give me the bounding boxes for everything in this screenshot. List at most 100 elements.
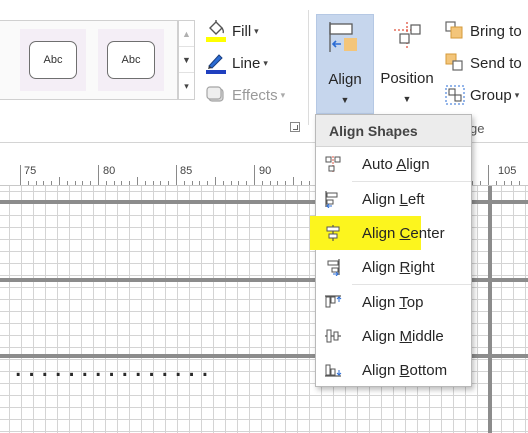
menu-item-align-bottom[interactable]: Align Bottom bbox=[316, 353, 471, 387]
align-shapes-menu: Align Shapes Auto Align Align Left Align… bbox=[310, 114, 472, 387]
align-middle-icon bbox=[324, 327, 342, 345]
shape-style-preview[interactable]: Abc bbox=[98, 29, 164, 91]
ruler-tick bbox=[160, 181, 161, 185]
ruler-tick bbox=[488, 165, 489, 185]
ruler-tick bbox=[176, 165, 177, 185]
ruler-tick bbox=[504, 181, 505, 185]
ruler-tick bbox=[309, 181, 310, 185]
menu-item-align-right[interactable]: Align Right bbox=[316, 250, 471, 284]
menu-item-label: Align Middle bbox=[362, 327, 444, 345]
ruler-tick bbox=[301, 181, 302, 185]
ruler-tick bbox=[519, 181, 520, 185]
ruler-tick bbox=[480, 181, 481, 185]
position-icon bbox=[391, 20, 423, 52]
chevron-down-icon: ▾ bbox=[254, 25, 259, 36]
menu-item-label: Auto Align bbox=[362, 155, 430, 173]
bring-to-front-icon bbox=[444, 20, 466, 42]
ruler-tick bbox=[121, 181, 122, 185]
pen-line-icon bbox=[204, 51, 228, 75]
menu-item-label: Align Right bbox=[362, 258, 435, 276]
ruler-tick bbox=[168, 181, 169, 185]
menu-item-align-middle[interactable]: Align Middle bbox=[316, 319, 471, 353]
group-button[interactable]: Group ▾ bbox=[444, 83, 519, 107]
ruler-tick bbox=[59, 177, 60, 185]
fill-label: Fill bbox=[232, 22, 252, 40]
shape-style-preview-label: Abc bbox=[29, 41, 77, 79]
menu-item-label: Align Top bbox=[362, 293, 424, 311]
ruler-tick bbox=[184, 181, 185, 185]
line-button[interactable]: Line ▾ bbox=[204, 51, 268, 75]
send-to-back-icon bbox=[444, 52, 466, 74]
menu-item-label: Align Center bbox=[362, 224, 445, 242]
menu-item-align-center[interactable]: Align Center bbox=[310, 216, 445, 250]
group-label: Group bbox=[470, 86, 512, 104]
bring-to-front-button[interactable]: Bring to bbox=[444, 19, 522, 43]
ruler-tick bbox=[246, 181, 247, 185]
ruler-label: 85 bbox=[180, 165, 193, 177]
ruler-tick bbox=[153, 181, 154, 185]
chevron-down-icon: ▼ bbox=[340, 95, 350, 105]
line-label: Line bbox=[232, 54, 261, 72]
menu-item-align-top[interactable]: Align Top bbox=[316, 285, 471, 319]
ruler-tick bbox=[67, 181, 68, 185]
align-button[interactable]: Align ▼ bbox=[316, 14, 374, 114]
menu-item-align-left[interactable]: Align Left bbox=[316, 182, 471, 216]
ruler-tick bbox=[231, 181, 232, 185]
chevron-down-icon: ▼ bbox=[402, 94, 412, 104]
ruler-tick bbox=[511, 181, 512, 185]
shape-border-right[interactable] bbox=[488, 186, 492, 433]
gallery-scroll-up-button[interactable]: ▲ bbox=[179, 21, 194, 47]
clipped-shape-text: ............... bbox=[14, 366, 324, 380]
gallery-more-button[interactable]: ▾ bbox=[179, 73, 194, 99]
menu-item-auto-align[interactable]: Auto Align bbox=[316, 147, 471, 181]
ruler-label: 105 bbox=[498, 165, 517, 177]
bring-to-front-label: Bring to bbox=[470, 22, 522, 40]
paint-bucket-icon bbox=[204, 19, 228, 43]
ruler-tick bbox=[472, 181, 473, 185]
shape-text: ............... bbox=[14, 366, 214, 380]
ruler-tick bbox=[98, 165, 99, 185]
shape-style-preview[interactable]: Abc bbox=[20, 29, 86, 91]
ruler-tick bbox=[215, 177, 216, 185]
send-to-back-label: Send to bbox=[470, 54, 522, 72]
ruler-tick bbox=[145, 181, 146, 185]
ruler-tick bbox=[106, 181, 107, 185]
ruler-tick bbox=[270, 181, 271, 185]
ruler-tick bbox=[82, 181, 83, 185]
shape-style-preview-label: Abc bbox=[107, 41, 155, 79]
ruler-tick bbox=[36, 181, 37, 185]
ruler-tick bbox=[114, 181, 115, 185]
ruler-tick bbox=[223, 181, 224, 185]
group-divider bbox=[308, 10, 309, 125]
fill-button[interactable]: Fill ▾ bbox=[204, 19, 259, 43]
group-icon bbox=[444, 84, 466, 106]
gallery-scroll-down-button[interactable]: ▼ bbox=[179, 47, 194, 73]
auto-align-icon bbox=[324, 155, 342, 173]
ruler-label: 75 bbox=[24, 165, 37, 177]
ruler-label: 80 bbox=[103, 165, 116, 177]
position-label: Position bbox=[380, 70, 434, 87]
chevron-down-icon: ▾ bbox=[280, 89, 286, 100]
ruler-tick bbox=[293, 177, 294, 185]
chevron-down-icon: ▾ bbox=[514, 89, 520, 100]
arrange-group-label: ge bbox=[470, 121, 485, 136]
menu-item-label: Align Left bbox=[362, 190, 425, 208]
align-center-icon bbox=[324, 224, 342, 242]
align-right-icon bbox=[324, 258, 342, 277]
align-top-icon bbox=[324, 293, 342, 311]
ruler-tick bbox=[238, 181, 239, 185]
menu-item-label: Align Bottom bbox=[362, 361, 448, 379]
effects-icon bbox=[204, 83, 228, 107]
position-button[interactable]: Position ▼ bbox=[375, 14, 439, 114]
ruler-tick bbox=[199, 181, 200, 185]
dialog-launcher-icon[interactable] bbox=[290, 122, 300, 132]
ruler-tick bbox=[75, 181, 76, 185]
align-left-icon bbox=[324, 190, 342, 209]
gallery-scroller: ▲ ▼ ▾ bbox=[178, 20, 195, 100]
ruler-tick bbox=[129, 181, 130, 185]
effects-button[interactable]: Effects ▾ bbox=[204, 83, 285, 107]
shape-styles-gallery: Abc Abc bbox=[0, 20, 178, 100]
ruler-tick bbox=[90, 181, 91, 185]
ruler-tick bbox=[496, 181, 497, 185]
send-to-back-button[interactable]: Send to bbox=[444, 51, 522, 75]
